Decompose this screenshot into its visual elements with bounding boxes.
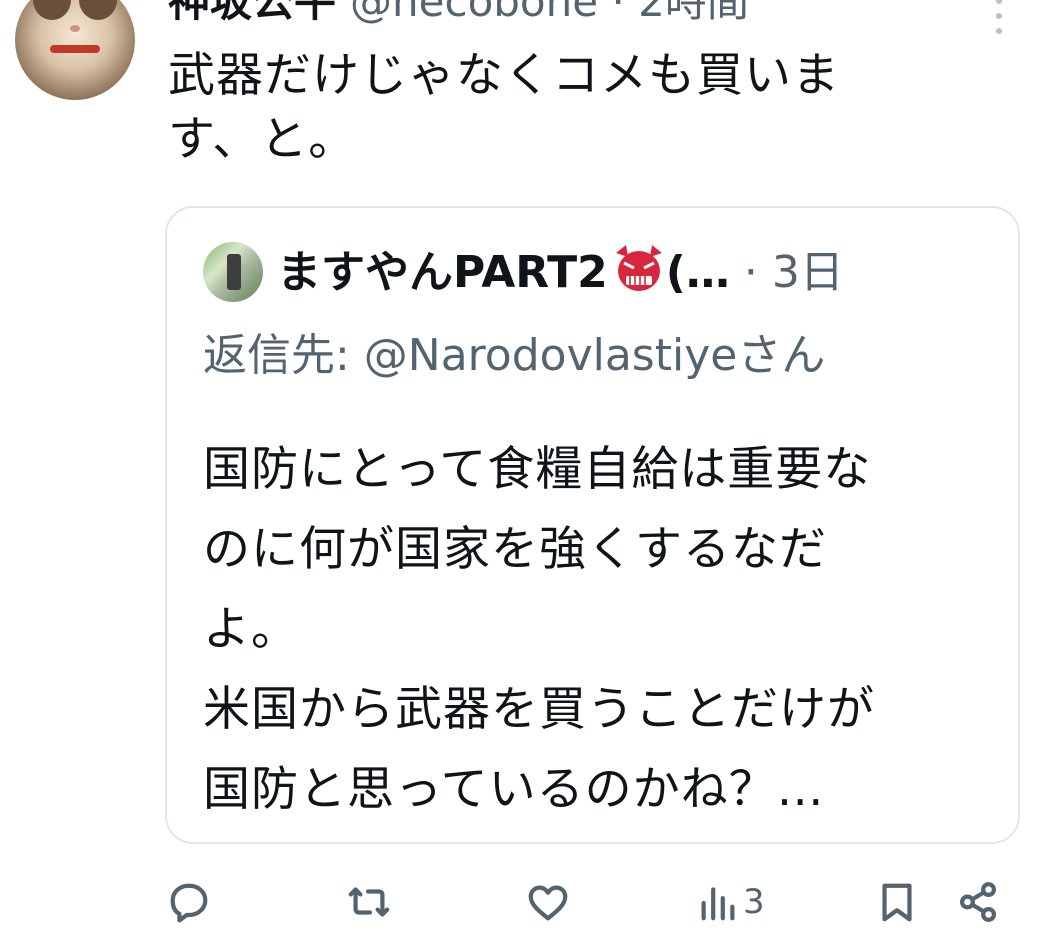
quoted-tweet-text: 国防にとって食糧自給は重要な のに何が国家を強くするなだ よ。 米国から武器を買… — [203, 442, 875, 817]
avatar-nose — [70, 25, 80, 32]
avatar-ear-left — [33, 0, 71, 20]
share-icon — [959, 882, 997, 922]
share-button[interactable] — [955, 876, 1001, 928]
author-name[interactable]: 神坂公平 — [168, 0, 336, 26]
quoted-author-name[interactable]: ますやんPART2 — [277, 247, 608, 298]
quoted-author-avatar[interactable] — [203, 242, 263, 302]
author-handle[interactable]: @necobone · 2時間 — [350, 0, 749, 26]
like-button[interactable] — [525, 876, 571, 928]
quoted-tweet-card[interactable]: ますやんPART2 (… · 3日 返信先: @Narodovlastiyeさん … — [165, 206, 1020, 844]
views-count: 3 — [743, 882, 765, 922]
tweet-actions-bar: 3 — [0, 870, 1059, 936]
tweet-header: 神坂公平 @necobone · 2時間 — [168, 0, 749, 32]
quoted-reply-to[interactable]: 返信先: @Narodovlastiyeさん — [203, 326, 825, 386]
like-icon — [528, 885, 568, 921]
views-icon — [701, 887, 735, 921]
reply-icon — [170, 883, 208, 923]
author-avatar[interactable] — [15, 0, 135, 100]
retweet-icon — [348, 887, 390, 917]
quoted-tweet-header: ますやんPART2 (… · 3日 — [277, 240, 844, 306]
retweet-button[interactable] — [346, 876, 392, 928]
views-button[interactable]: 3 — [695, 876, 765, 928]
avatar-ear-right — [79, 0, 117, 20]
more-options-icon[interactable] — [985, 0, 1013, 34]
tweet-text: 武器だけじゃなくコメも買いま す、と。 — [168, 48, 840, 167]
reply-button[interactable] — [166, 876, 212, 928]
avatar-collar — [50, 45, 100, 53]
tweet-timestamp: 2時間 — [638, 0, 749, 26]
bookmark-icon — [882, 883, 912, 922]
bookmark-button[interactable] — [874, 876, 920, 928]
quoted-name-truncation: (… — [665, 247, 730, 298]
quoted-tweet-time: · 3日 — [743, 247, 844, 298]
ogre-emoji-icon — [615, 245, 662, 291]
